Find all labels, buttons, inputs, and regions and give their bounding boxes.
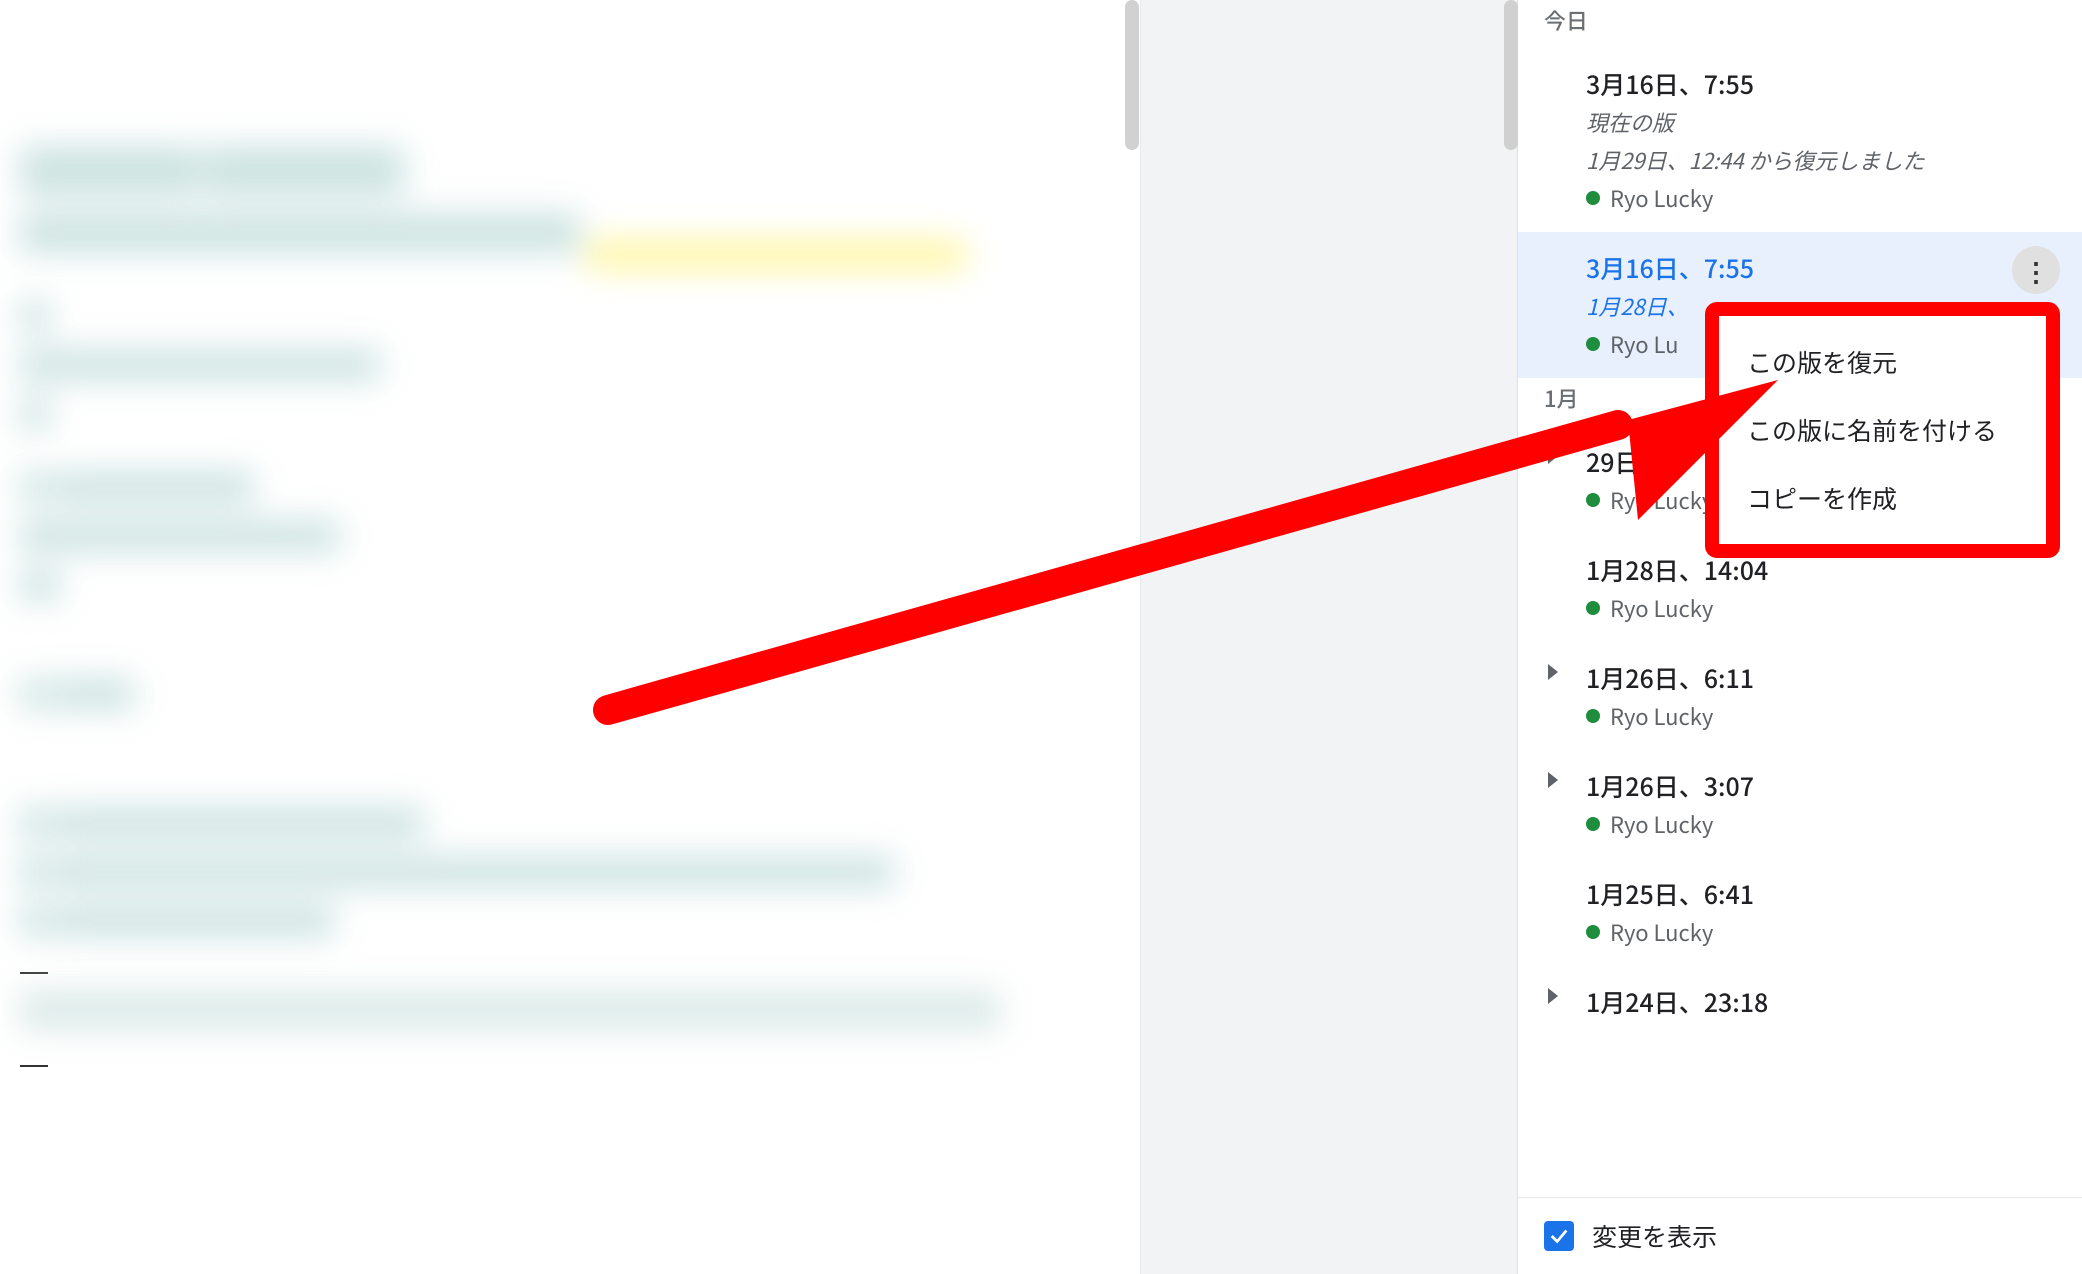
menu-item-restore-version[interactable]: この版を復元: [1719, 328, 2046, 396]
expand-toggle-icon[interactable]: [1548, 448, 1558, 464]
document-page: [0, 0, 1140, 1274]
version-group-today: 今日: [1518, 0, 2082, 48]
version-context-menu: この版を復元 この版に名前を付ける コピーを作成: [1705, 302, 2060, 558]
version-item-current[interactable]: 3月16日、7:55 現在の版 1月29日、12:44 から復元しました Ryo…: [1518, 48, 2082, 232]
author-name: Ryo Lucky: [1610, 182, 1713, 214]
expand-toggle-icon[interactable]: [1548, 772, 1558, 788]
version-item-title: 3月16日、7:55: [1586, 66, 2056, 102]
version-item-title: 1月26日、6:11: [1586, 660, 2056, 696]
doc-blur-block: [20, 984, 1120, 1041]
doc-hr: [20, 972, 48, 974]
more-options-button[interactable]: ⋮: [2012, 246, 2060, 294]
version-item-title: 1月25日、6:41: [1586, 876, 2056, 912]
version-item-title: 1月26日、3:07: [1586, 768, 2056, 804]
version-author-row: Ryo Lucky: [1586, 592, 2056, 624]
version-author-row: Ryo Lucky: [1586, 700, 2056, 732]
author-name: Ryo Lu: [1610, 328, 1679, 360]
menu-item-make-copy[interactable]: コピーを作成: [1719, 464, 2046, 532]
menu-item-name-version[interactable]: この版に名前を付ける: [1719, 396, 2046, 464]
version-item-subtitle: 現在の版: [1586, 106, 2056, 138]
doc-blur-block: [20, 672, 1120, 721]
author-name: Ryo Lucky: [1610, 808, 1713, 840]
footer-show-changes: 変更を表示: [1518, 1197, 2082, 1274]
version-item[interactable]: 1月26日、6:11 Ryo Lucky: [1518, 642, 2082, 750]
show-changes-checkbox[interactable]: [1544, 1221, 1574, 1251]
author-name: Ryo Lucky: [1610, 484, 1713, 516]
version-item[interactable]: 1月25日、6:41 Ryo Lucky: [1518, 858, 2082, 966]
expand-toggle-icon[interactable]: [1548, 988, 1558, 1004]
doc-blur-block: [20, 140, 1120, 270]
expand-toggle-icon[interactable]: [1548, 664, 1558, 680]
version-item-note: 1月29日、12:44 から復元しました: [1586, 144, 2056, 176]
document-preview-area: [0, 0, 1517, 1274]
doc-hr: [20, 1065, 48, 1067]
author-name: Ryo Lucky: [1610, 916, 1713, 948]
show-changes-label: 変更を表示: [1592, 1218, 1717, 1254]
author-dot-icon: [1586, 601, 1600, 615]
doc-blur-block: [20, 465, 1120, 612]
doc-blur-block: [20, 801, 1120, 948]
version-item[interactable]: 1月26日、3:07 Ryo Lucky: [1518, 750, 2082, 858]
version-history-list: 今日 3月16日、7:55 現在の版 1月29日、12:44 から復元しました …: [1518, 0, 2082, 1197]
author-dot-icon: [1586, 337, 1600, 351]
author-dot-icon: [1586, 925, 1600, 939]
version-author-row: Ryo Lucky: [1586, 808, 2056, 840]
version-item-title: 3月16日、7:55: [1586, 250, 2056, 286]
scrollbar-thumb[interactable]: [1125, 0, 1139, 150]
scrollbar-thumb[interactable]: [1504, 0, 1518, 150]
version-history-panel: 今日 3月16日、7:55 現在の版 1月29日、12:44 から復元しました …: [1517, 0, 2082, 1274]
version-item[interactable]: 1月24日、23:18: [1518, 966, 2082, 1028]
author-dot-icon: [1586, 817, 1600, 831]
author-dot-icon: [1586, 709, 1600, 723]
author-dot-icon: [1586, 191, 1600, 205]
author-name: Ryo Lucky: [1610, 592, 1713, 624]
version-item-title: 1月24日、23:18: [1586, 984, 2056, 1020]
author-dot-icon: [1586, 493, 1600, 507]
doc-blur-block: [20, 294, 1120, 441]
author-name: Ryo Lucky: [1610, 700, 1713, 732]
version-author-row: Ryo Lucky: [1586, 916, 2056, 948]
version-author-row: Ryo Lucky: [1586, 182, 2056, 214]
